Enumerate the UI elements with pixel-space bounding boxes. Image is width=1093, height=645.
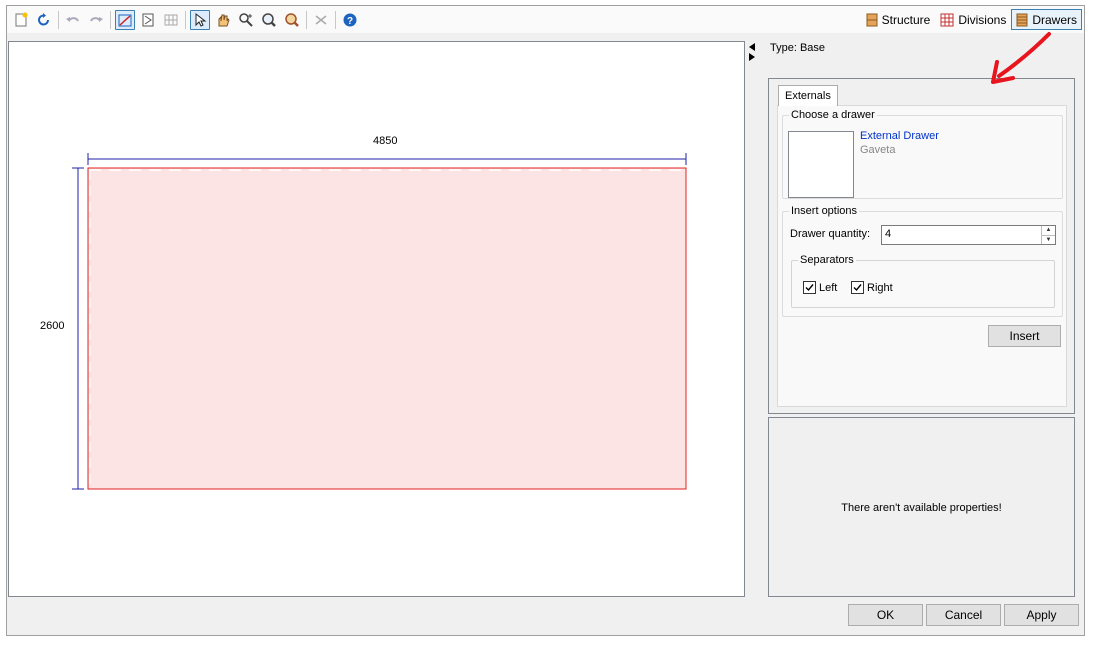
tab-structure-label: Structure xyxy=(881,12,931,27)
divisions-icon xyxy=(940,13,954,27)
drawer-thumbnail[interactable] xyxy=(788,131,854,198)
drawing-canvas[interactable]: 4850 2600 xyxy=(8,41,745,597)
splitter-arrows-icon xyxy=(749,43,755,61)
tab-drawers[interactable]: Drawers xyxy=(1011,9,1082,30)
delete-icon[interactable] xyxy=(311,10,331,30)
separators-group: Separators Left Right xyxy=(791,253,1055,308)
spin-up-icon[interactable]: ▲ xyxy=(1042,226,1055,236)
redo-icon[interactable] xyxy=(86,10,106,30)
insert-options-title: Insert options xyxy=(789,204,860,218)
splitter-toggle[interactable] xyxy=(747,42,757,62)
tab-divisions-label: Divisions xyxy=(958,12,1007,27)
drawers-icon xyxy=(1016,13,1028,27)
toolbar-separator xyxy=(58,10,59,29)
width-dimension-label: 4850 xyxy=(373,135,398,147)
apply-button[interactable]: Apply xyxy=(1004,604,1079,626)
right-separator-checkbox[interactable]: Right xyxy=(851,281,893,294)
zoom-window-icon[interactable] xyxy=(236,10,256,30)
help-icon[interactable]: ? xyxy=(340,10,360,30)
height-dimension-label: 2600 xyxy=(40,320,65,332)
drawer-option-subtitle: Gaveta xyxy=(860,144,896,156)
toolbar-separator xyxy=(110,10,111,29)
drawer-quantity-label: Drawer quantity: xyxy=(790,228,871,240)
drawer-quantity-input[interactable]: 4 ▲ ▼ xyxy=(881,225,1056,245)
insert-options-group: Insert options Drawer quantity: 4 ▲ ▼ Se… xyxy=(782,204,1063,317)
type-label: Type: Base xyxy=(770,42,826,54)
tab-structure[interactable]: Structure xyxy=(861,9,936,30)
view-tabs: Structure Divisions Drawers xyxy=(861,9,1082,30)
ok-button[interactable]: OK xyxy=(848,604,923,626)
sheet-icon[interactable] xyxy=(138,10,158,30)
choose-drawer-title: Choose a drawer xyxy=(789,108,877,122)
left-separator-label: Left xyxy=(819,281,838,294)
properties-panel: There aren't available properties! xyxy=(768,417,1075,597)
undo-icon[interactable] xyxy=(63,10,83,30)
cancel-button[interactable]: Cancel xyxy=(926,604,1001,626)
right-separator-label: Right xyxy=(867,281,893,294)
toolbar: ? Structure Divisions Drawers xyxy=(7,6,1084,33)
refresh-icon[interactable] xyxy=(34,10,54,30)
new-icon[interactable] xyxy=(11,10,31,30)
spin-down-icon[interactable]: ▼ xyxy=(1042,236,1055,245)
right-check-icon xyxy=(851,281,864,294)
left-check-icon xyxy=(803,281,816,294)
toolbar-separator xyxy=(185,10,186,29)
tab-drawers-label: Drawers xyxy=(1032,12,1077,27)
no-properties-message: There aren't available properties! xyxy=(841,502,1002,514)
drawer-option-external[interactable]: External Drawer xyxy=(860,130,939,142)
toolbar-separator xyxy=(306,10,307,29)
tab-externals[interactable]: Externals xyxy=(778,85,838,106)
toolbar-separator xyxy=(335,10,336,29)
left-separator-checkbox[interactable]: Left xyxy=(803,281,837,294)
drawer-panel: Externals Choose a drawer External Drawe… xyxy=(768,78,1075,414)
zoom-extents-icon[interactable] xyxy=(282,10,302,30)
structure-icon xyxy=(866,13,878,27)
separators-title: Separators xyxy=(798,253,856,267)
externals-tab-body: Choose a drawer External Drawer Gaveta I… xyxy=(777,105,1067,407)
draw-mode-icon[interactable] xyxy=(115,9,135,30)
tab-divisions[interactable]: Divisions xyxy=(935,9,1011,30)
drawer-quantity-value: 4 xyxy=(885,228,892,240)
drawing-svg xyxy=(72,153,687,490)
grid-icon[interactable] xyxy=(161,10,181,30)
insert-button[interactable]: Insert xyxy=(988,325,1061,347)
pan-icon[interactable] xyxy=(213,10,233,30)
select-icon[interactable] xyxy=(190,9,210,30)
svg-text:?: ? xyxy=(347,16,353,27)
quantity-stepper[interactable]: ▲ ▼ xyxy=(1041,226,1055,244)
zoom-in-icon[interactable] xyxy=(259,10,279,30)
dialog-window: ? Structure Divisions Drawers 4850 2600 … xyxy=(6,5,1085,636)
red-annotation-arrow xyxy=(991,32,1051,84)
height-dimension xyxy=(72,167,84,490)
width-dimension xyxy=(87,153,687,165)
choose-drawer-group: Choose a drawer External Drawer Gaveta xyxy=(782,108,1063,199)
cabinet-body xyxy=(87,167,687,490)
